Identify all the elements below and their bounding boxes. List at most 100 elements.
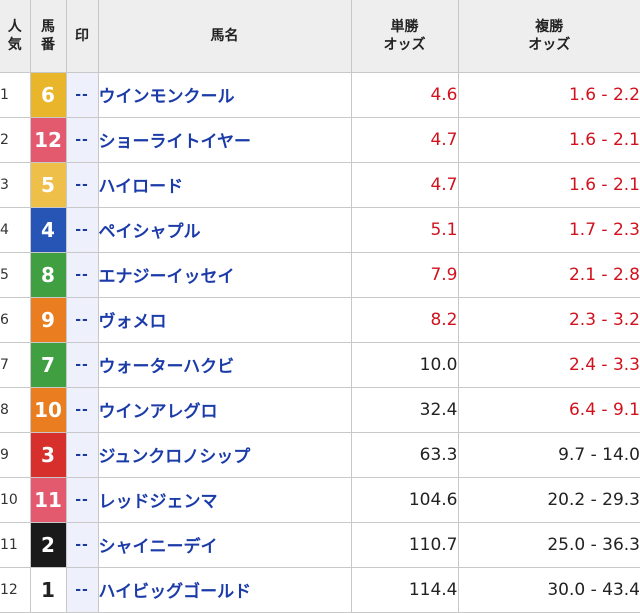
place-odds: 2.3 - 3.2 <box>457 296 640 343</box>
place-odds: 2.4 - 3.3 <box>457 341 640 388</box>
horse-name-link[interactable]: レッドジェンマ <box>97 476 352 523</box>
header-mark: 印 <box>65 0 99 73</box>
table-row: 7 7 -- ウォーターハクビ 10.0 2.4 - 3.3 <box>0 341 640 388</box>
mark-cell[interactable]: -- <box>65 251 99 298</box>
odds-table-body: 1 6 -- ウインモンクール 4.6 1.6 - 2.2 2 12 -- ショ… <box>0 71 640 613</box>
table-row: 3 5 -- ハイロード 4.7 1.6 - 2.1 <box>0 161 640 208</box>
win-odds: 4.6 <box>350 71 459 118</box>
horse-name-link[interactable]: ヴォメロ <box>97 296 352 343</box>
mark-cell[interactable]: -- <box>65 476 99 523</box>
horse-number-badge: 8 <box>29 251 67 298</box>
win-odds: 10.0 <box>350 341 459 388</box>
header-place-odds: 複勝 オッズ <box>457 0 640 73</box>
win-odds: 7.9 <box>350 251 459 298</box>
popularity-rank: 7 <box>0 341 31 388</box>
popularity-rank: 3 <box>0 161 31 208</box>
popularity-rank: 9 <box>0 431 31 478</box>
header-horse-number-line1: 馬 <box>41 18 55 35</box>
table-row: 12 1 -- ハイビッグゴールド 114.4 30.0 - 43.4 <box>0 566 640 613</box>
header-place-odds-line1: 複勝 <box>535 18 564 35</box>
win-odds: 4.7 <box>350 161 459 208</box>
win-odds: 63.3 <box>350 431 459 478</box>
place-odds: 1.6 - 2.1 <box>457 161 640 208</box>
place-odds: 1.7 - 2.3 <box>457 206 640 253</box>
header-win-odds-line1: 単勝 <box>390 18 419 35</box>
table-row: 4 4 -- ペイシャプル 5.1 1.7 - 2.3 <box>0 206 640 253</box>
popularity-rank: 10 <box>0 476 31 523</box>
header-win-odds-line2: オッズ <box>383 36 426 53</box>
win-odds: 32.4 <box>350 386 459 433</box>
horse-number-badge: 3 <box>29 431 67 478</box>
table-row: 1 6 -- ウインモンクール 4.6 1.6 - 2.2 <box>0 71 640 118</box>
win-odds: 114.4 <box>350 566 459 613</box>
horse-number-badge: 1 <box>29 566 67 613</box>
mark-cell[interactable]: -- <box>65 116 99 163</box>
header-popularity-line2: 気 <box>7 36 22 53</box>
place-odds: 30.0 - 43.4 <box>457 566 640 613</box>
horse-name-link[interactable]: ウォーターハクビ <box>97 341 352 388</box>
popularity-rank: 1 <box>0 71 31 118</box>
mark-cell[interactable]: -- <box>65 566 99 613</box>
mark-cell[interactable]: -- <box>65 161 99 208</box>
table-row: 11 2 -- シャイニーデイ 110.7 25.0 - 36.3 <box>0 521 640 568</box>
mark-cell[interactable]: -- <box>65 71 99 118</box>
popularity-rank: 2 <box>0 116 31 163</box>
horse-name-link[interactable]: ショーライトイヤー <box>97 116 352 163</box>
horse-number-badge: 5 <box>29 161 67 208</box>
place-odds: 9.7 - 14.0 <box>457 431 640 478</box>
horse-number-badge: 7 <box>29 341 67 388</box>
mark-cell[interactable]: -- <box>65 386 99 433</box>
win-odds: 104.6 <box>350 476 459 523</box>
horse-name-link[interactable]: エナジーイッセイ <box>97 251 352 298</box>
mark-cell[interactable]: -- <box>65 206 99 253</box>
win-odds: 5.1 <box>350 206 459 253</box>
header-horse-number-line2: 番 <box>41 36 55 53</box>
horse-number-badge: 11 <box>29 476 67 523</box>
header-row: 人 気 馬 番 印 馬名 単勝 オッズ 複勝 オッズ <box>0 0 640 73</box>
header-place-odds-line2: オッズ <box>528 36 571 53</box>
horse-name-link[interactable]: ハイロード <box>97 161 352 208</box>
place-odds: 2.1 - 2.8 <box>457 251 640 298</box>
horse-number-badge: 2 <box>29 521 67 568</box>
popularity-rank: 8 <box>0 386 31 433</box>
win-odds: 4.7 <box>350 116 459 163</box>
place-odds: 25.0 - 36.3 <box>457 521 640 568</box>
mark-cell[interactable]: -- <box>65 431 99 478</box>
win-odds: 8.2 <box>350 296 459 343</box>
popularity-rank: 12 <box>0 566 31 613</box>
horse-number-badge: 9 <box>29 296 67 343</box>
place-odds: 20.2 - 29.3 <box>457 476 640 523</box>
header-win-odds: 単勝 オッズ <box>350 0 459 73</box>
popularity-rank: 4 <box>0 206 31 253</box>
mark-cell[interactable]: -- <box>65 296 99 343</box>
mark-cell[interactable]: -- <box>65 341 99 388</box>
place-odds: 1.6 - 2.2 <box>457 71 640 118</box>
table-row: 6 9 -- ヴォメロ 8.2 2.3 - 3.2 <box>0 296 640 343</box>
table-row: 8 10 -- ウインアレグロ 32.4 6.4 - 9.1 <box>0 386 640 433</box>
horse-number-badge: 4 <box>29 206 67 253</box>
header-popularity-line1: 人 <box>7 18 22 35</box>
horse-name-link[interactable]: ウインモンクール <box>97 71 352 118</box>
horse-name-link[interactable]: ペイシャプル <box>97 206 352 253</box>
popularity-rank: 11 <box>0 521 31 568</box>
horse-name-link[interactable]: シャイニーデイ <box>97 521 352 568</box>
table-row: 10 11 -- レッドジェンマ 104.6 20.2 - 29.3 <box>0 476 640 523</box>
place-odds: 1.6 - 2.1 <box>457 116 640 163</box>
horse-name-link[interactable]: ウインアレグロ <box>97 386 352 433</box>
popularity-rank: 6 <box>0 296 31 343</box>
horse-number-badge: 12 <box>29 116 67 163</box>
header-horse-number: 馬 番 <box>29 0 67 73</box>
table-row: 2 12 -- ショーライトイヤー 4.7 1.6 - 2.1 <box>0 116 640 163</box>
horse-name-link[interactable]: ジュンクロノシップ <box>97 431 352 478</box>
win-odds: 110.7 <box>350 521 459 568</box>
mark-cell[interactable]: -- <box>65 521 99 568</box>
horse-name-link[interactable]: ハイビッグゴールド <box>97 566 352 613</box>
horse-number-badge: 6 <box>29 71 67 118</box>
header-horse-name: 馬名 <box>97 0 352 73</box>
horse-number-badge: 10 <box>29 386 67 433</box>
popularity-rank: 5 <box>0 251 31 298</box>
table-row: 9 3 -- ジュンクロノシップ 63.3 9.7 - 14.0 <box>0 431 640 478</box>
header-popularity: 人 気 <box>0 0 31 73</box>
place-odds: 6.4 - 9.1 <box>457 386 640 433</box>
table-row: 5 8 -- エナジーイッセイ 7.9 2.1 - 2.8 <box>0 251 640 298</box>
